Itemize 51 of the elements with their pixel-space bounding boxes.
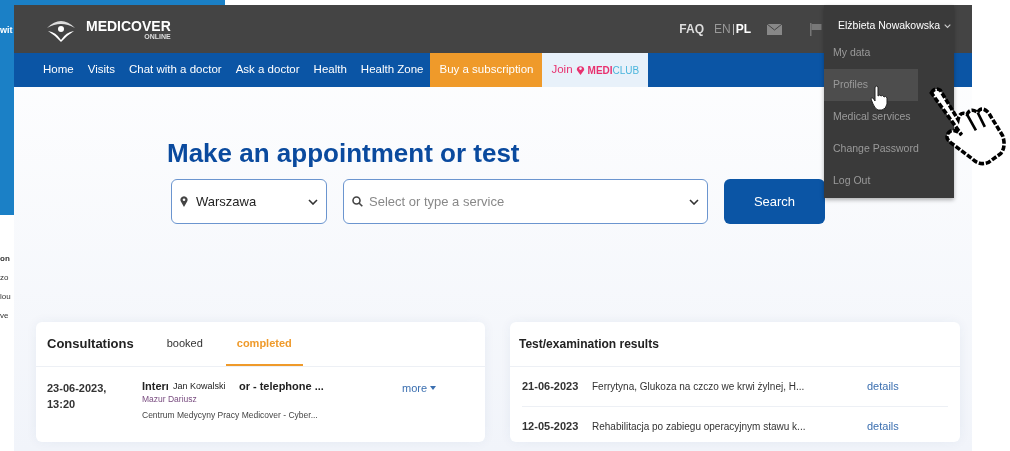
language-link[interactable]: PL bbox=[735, 20, 751, 38]
location-select[interactable]: Warszawa bbox=[171, 179, 327, 224]
user-menu-item[interactable]: Log Out bbox=[824, 165, 873, 197]
chevron-down-icon bbox=[944, 23, 952, 29]
logo-text: MEDICOVER bbox=[86, 18, 171, 33]
result-date: 12-05-2023 bbox=[522, 419, 580, 435]
consultation-time: 13:20 bbox=[47, 397, 77, 412]
card-title: Test/examination results bbox=[519, 336, 659, 353]
nav-link[interactable]: Visits bbox=[80, 53, 122, 87]
pointer-hand-icon bbox=[870, 85, 890, 111]
faq-link[interactable]: FAQ bbox=[679, 20, 704, 38]
details-link[interactable]: details bbox=[867, 418, 899, 435]
card-title: Consultations bbox=[47, 335, 134, 354]
consultation-date: 23-06-2023, bbox=[47, 381, 108, 396]
result-description: Ferrytyna, Glukoza na czczo we krwi żylnej, H... bbox=[592, 380, 806, 394]
doctor-name: Mazur Dariusz bbox=[142, 393, 198, 406]
user-menu-item[interactable]: Medical services bbox=[824, 101, 913, 133]
location-pin-icon bbox=[180, 196, 188, 207]
document-text-fragment: zo bbox=[0, 273, 10, 282]
envelope-icon[interactable] bbox=[767, 23, 782, 35]
clinic-name: Centrum Medycyny Pracy Medicover - Cyber... bbox=[142, 409, 319, 422]
details-link[interactable]: details bbox=[867, 378, 899, 395]
service-select[interactable]: Select or type a service bbox=[343, 179, 708, 224]
search-icon bbox=[352, 196, 363, 207]
document-text-fragment: on bbox=[0, 254, 11, 263]
page-title: Make an appointment or test bbox=[167, 137, 520, 169]
consultations-tab[interactable]: booked bbox=[155, 322, 214, 366]
flag-icon[interactable] bbox=[810, 22, 822, 36]
user-menu-item[interactable]: My data bbox=[824, 37, 873, 69]
result-date: 21-06-2023 bbox=[522, 379, 580, 395]
nav-link[interactable]: Chat with a doctor bbox=[121, 53, 229, 87]
consultation-title: Interı bbox=[142, 380, 169, 393]
nav-link[interactable]: Home bbox=[36, 53, 81, 87]
nav-link[interactable]: Health Zone bbox=[353, 53, 431, 87]
more-button[interactable]: more bbox=[402, 380, 437, 397]
consultation-title: or - telephone ... bbox=[238, 380, 324, 393]
club-link[interactable]: Join MEDICLUB bbox=[542, 53, 649, 87]
result-description: Rehabilitacja po zabiegu operacyjnym stawu k... bbox=[592, 420, 807, 434]
user-menu-item[interactable]: Change Password bbox=[824, 133, 921, 165]
chevron-down-icon bbox=[689, 198, 699, 205]
search-button[interactable]: Search bbox=[724, 179, 825, 224]
document-text-fragment: lou bbox=[0, 292, 11, 301]
caret-down-icon bbox=[430, 386, 437, 391]
document-text-fragment: ve bbox=[0, 311, 10, 320]
banner-heading-fragment: wit bbox=[0, 24, 13, 37]
heart-pin-icon bbox=[575, 65, 585, 75]
user-menu-toggle[interactable]: Elżbieta Nowakowska bbox=[824, 5, 954, 37]
service-input[interactable]: Select or type a service bbox=[369, 191, 683, 212]
nav-link[interactable]: Ask a doctor bbox=[228, 53, 307, 87]
chevron-down-icon bbox=[308, 198, 318, 205]
nav-link[interactable]: Health bbox=[306, 53, 354, 87]
